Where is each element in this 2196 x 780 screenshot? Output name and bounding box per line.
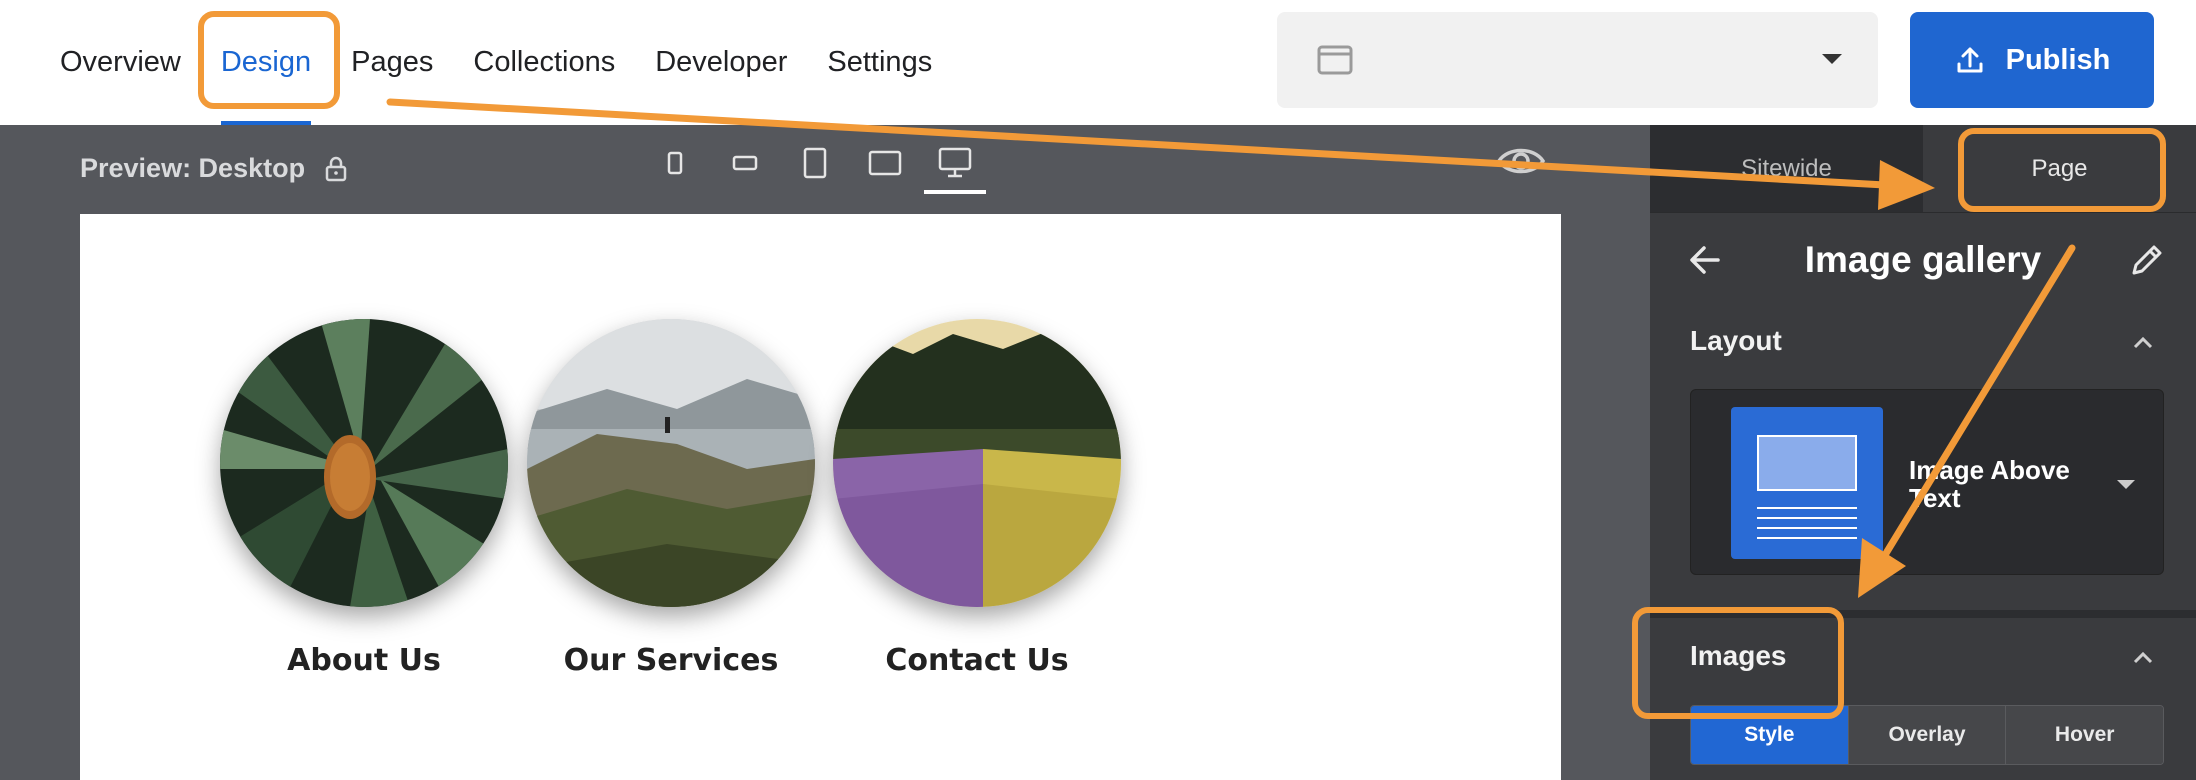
chevron-up-icon[interactable]	[2132, 650, 2154, 664]
publish-label: Publish	[2005, 43, 2111, 76]
chevron-up-icon[interactable]	[2132, 335, 2154, 349]
site-selector-dropdown[interactable]	[1277, 12, 1878, 108]
page-canvas[interactable]: About Us Our Services Contact Us	[80, 214, 1561, 780]
window-icon	[1317, 45, 1353, 75]
upload-icon	[1957, 47, 1983, 73]
eye-icon[interactable]	[1496, 143, 1546, 179]
segment-overlay[interactable]: Overlay	[1847, 706, 2006, 764]
nav-settings[interactable]: Settings	[807, 0, 952, 125]
gallery-caption: Contact Us	[885, 643, 1069, 678]
gallery-image-landscape[interactable]	[527, 319, 815, 607]
tab-sitewide[interactable]: Sitewide	[1650, 125, 1923, 212]
layout-text-line	[1757, 527, 1857, 529]
tablet-portrait-button[interactable]	[780, 135, 850, 190]
top-bar: Overview Design Pages Collections Develo…	[0, 0, 2196, 125]
nav-collections[interactable]: Collections	[453, 0, 635, 125]
gallery-caption: Our Services	[563, 643, 779, 678]
main-nav: Overview Design Pages Collections Develo…	[60, 0, 952, 125]
section-title-images[interactable]: Images	[1690, 640, 1787, 672]
device-switcher	[640, 135, 990, 194]
gallery-caption: About Us	[287, 643, 441, 678]
desktop-icon	[938, 147, 972, 177]
back-arrow-icon[interactable]	[1688, 243, 1722, 277]
phone-landscape-button[interactable]	[710, 135, 780, 190]
nav-design[interactable]: Design	[201, 0, 331, 125]
phone-landscape-icon	[732, 155, 758, 170]
lock-icon[interactable]	[325, 156, 347, 182]
layout-text-line	[1757, 517, 1857, 519]
tablet-landscape-icon	[868, 150, 902, 175]
segment-hover[interactable]: Hover	[2005, 706, 2163, 764]
desktop-button[interactable]	[920, 135, 990, 194]
preview-workspace: Preview: Desktop About Us Our Services C…	[0, 125, 1650, 780]
chevron-down-icon	[1822, 54, 1842, 64]
layout-text-line	[1757, 537, 1857, 539]
layout-thumbnail	[1731, 407, 1883, 559]
nav-overview[interactable]: Overview	[60, 0, 201, 125]
segment-style[interactable]: Style	[1691, 706, 1848, 764]
phone-portrait-button[interactable]	[640, 135, 710, 190]
app-root: Overview Design Pages Collections Develo…	[0, 0, 2196, 780]
section-title-layout[interactable]: Layout	[1690, 325, 1782, 357]
publish-button[interactable]: Publish	[1910, 12, 2154, 108]
image-options-segmented: Style Overlay Hover	[1690, 705, 2164, 765]
preview-mode-text: Preview: Desktop	[80, 153, 306, 183]
gallery-image-lavender[interactable]	[833, 319, 1121, 607]
layout-value: Image Above Text	[1909, 455, 2070, 513]
gallery-item[interactable]: Our Services	[527, 319, 815, 678]
pencil-icon[interactable]	[2128, 241, 2166, 279]
nav-pages[interactable]: Pages	[331, 0, 453, 125]
layout-text-line	[1757, 507, 1857, 509]
caret-down-icon	[2117, 480, 2135, 489]
tab-page[interactable]: Page	[1923, 125, 2196, 212]
panel-tabs: Sitewide Page	[1650, 125, 2196, 213]
gallery-image-pineapple[interactable]	[220, 319, 508, 607]
phone-portrait-icon	[667, 151, 683, 174]
preview-label: Preview: Desktop	[80, 153, 347, 184]
panel-title: Image gallery	[1804, 239, 2042, 280]
layout-image-placeholder	[1757, 435, 1857, 491]
gallery-item[interactable]: Contact Us	[833, 319, 1121, 678]
panel-header: Image gallery	[1650, 215, 2196, 305]
properties-panel: Sitewide Page Image gallery Layout Image…	[1650, 125, 2196, 780]
tablet-portrait-icon	[803, 147, 827, 178]
layout-selector[interactable]: Image Above Text	[1690, 389, 2164, 575]
gallery-item[interactable]: About Us	[220, 319, 508, 678]
section-divider	[1650, 610, 2196, 618]
nav-developer[interactable]: Developer	[635, 0, 807, 125]
tablet-landscape-button[interactable]	[850, 135, 920, 190]
